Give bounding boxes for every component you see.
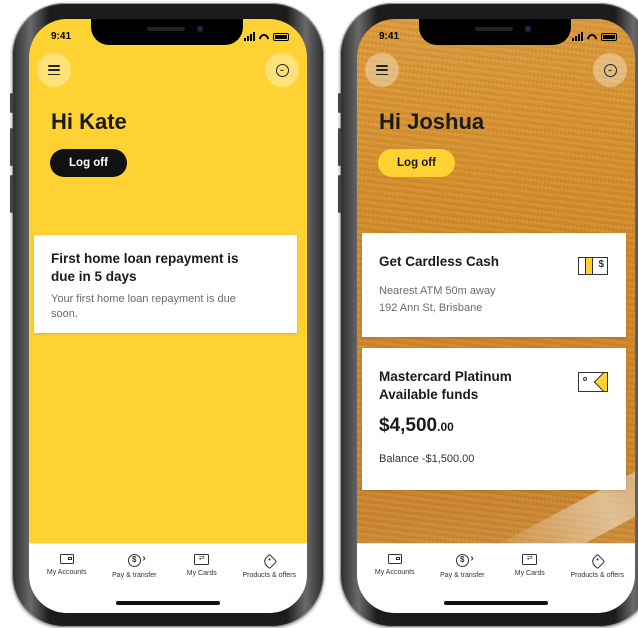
wifi-icon bbox=[259, 33, 269, 41]
tab-label: My Cards bbox=[514, 570, 545, 577]
signal-icon bbox=[572, 32, 583, 41]
wifi-icon bbox=[587, 33, 597, 41]
tab-products-offers[interactable]: Products & offers bbox=[236, 544, 302, 613]
tab-label: My Accounts bbox=[374, 569, 415, 576]
mute-switch bbox=[338, 93, 341, 113]
logoff-button[interactable]: Log off bbox=[50, 149, 127, 177]
available-amount: $4,500.00 bbox=[379, 415, 454, 437]
tab-label: Products & offers bbox=[570, 572, 625, 579]
cardless-cash-card[interactable]: Get Cardless Cash $ Nearest ATM 50m away… bbox=[362, 233, 626, 337]
pay-transfer-icon: $ bbox=[127, 554, 146, 567]
volume-down-button bbox=[338, 175, 341, 213]
greeting: Hi Joshua bbox=[379, 109, 485, 134]
balance-text: Balance -$1,500.00 bbox=[379, 453, 475, 465]
status-icons bbox=[244, 32, 289, 41]
greeting: Hi Kate bbox=[51, 109, 127, 134]
status-time: 9:41 bbox=[379, 31, 400, 42]
notice-body: Your first home loan repayment is due so… bbox=[51, 293, 236, 320]
home-indicator[interactable] bbox=[444, 601, 548, 605]
credit-card-icon bbox=[578, 372, 608, 392]
tab-products-offers[interactable]: Products & offers bbox=[564, 544, 630, 613]
tab-label: Products & offers bbox=[242, 572, 297, 579]
home-indicator[interactable] bbox=[116, 601, 220, 605]
screen-right: 9:41 Hi Joshua Log off Get Cardless Cash… bbox=[357, 19, 635, 613]
menu-button[interactable] bbox=[365, 53, 399, 87]
atm-address-text: 192 Ann St, Brisbane bbox=[379, 302, 483, 314]
phone-right: 9:41 Hi Joshua Log off Get Cardless Cash… bbox=[338, 3, 638, 627]
mastercard-card[interactable]: Mastercard Platinum Available funds $4,5… bbox=[362, 348, 626, 490]
battery-icon bbox=[273, 33, 289, 41]
battery-icon bbox=[601, 33, 617, 41]
status-icons bbox=[572, 32, 617, 41]
card-icon: ⇄ bbox=[522, 554, 538, 565]
notice-card[interactable]: First home loan repayment is due in 5 da… bbox=[34, 235, 297, 333]
status-time: 9:41 bbox=[51, 31, 72, 42]
amount-main: $4,500 bbox=[379, 415, 438, 436]
hamburger-menu-icon bbox=[376, 65, 388, 75]
wallet-icon bbox=[59, 554, 74, 564]
mastercard-title: Mastercard Platinum bbox=[379, 369, 512, 384]
tab-label: My Accounts bbox=[46, 569, 87, 576]
signal-icon bbox=[244, 32, 255, 41]
tab-my-accounts[interactable]: My Accounts bbox=[34, 544, 100, 613]
chat-assistant-icon bbox=[275, 63, 289, 77]
chat-assistant-icon bbox=[603, 63, 617, 77]
screen-left: 9:41 Hi Kate Log off First home loan rep… bbox=[29, 19, 307, 613]
mute-switch bbox=[10, 93, 13, 113]
notice-title: First home loan repayment is due in 5 da… bbox=[51, 251, 239, 284]
assistant-button[interactable] bbox=[265, 53, 299, 87]
cardless-cash-icon: $ bbox=[578, 257, 608, 275]
tab-label: Pay & transfer bbox=[440, 572, 485, 579]
tab-my-accounts[interactable]: My Accounts bbox=[362, 544, 428, 613]
wallet-icon bbox=[387, 554, 402, 564]
volume-down-button bbox=[10, 175, 13, 213]
volume-up-button bbox=[10, 128, 13, 166]
cardless-cash-title: Get Cardless Cash bbox=[379, 254, 500, 269]
phone-left: 9:41 Hi Kate Log off First home loan rep… bbox=[10, 3, 324, 627]
available-funds-label: Available funds bbox=[379, 387, 479, 402]
tag-icon bbox=[261, 553, 278, 570]
nearest-atm-text: Nearest ATM 50m away bbox=[379, 285, 496, 297]
logoff-button[interactable]: Log off bbox=[378, 149, 455, 177]
tab-label: My Cards bbox=[186, 570, 217, 577]
pay-transfer-icon: $ bbox=[455, 554, 474, 567]
notch bbox=[91, 19, 243, 45]
tag-icon bbox=[589, 553, 606, 570]
hamburger-menu-icon bbox=[48, 65, 60, 75]
volume-up-button bbox=[338, 128, 341, 166]
menu-button[interactable] bbox=[37, 53, 71, 87]
card-icon: ⇄ bbox=[194, 554, 210, 565]
amount-cents: .00 bbox=[437, 420, 454, 434]
notch bbox=[419, 19, 571, 45]
tab-label: Pay & transfer bbox=[112, 572, 157, 579]
assistant-button[interactable] bbox=[593, 53, 627, 87]
